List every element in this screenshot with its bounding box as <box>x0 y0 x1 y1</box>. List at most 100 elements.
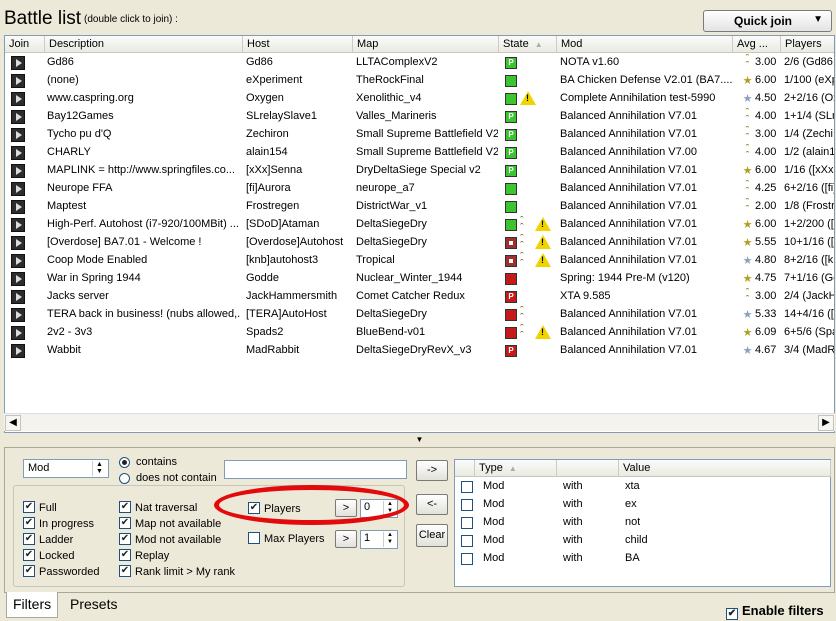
filter-checkbox[interactable] <box>119 533 131 545</box>
filter-rules-table[interactable]: Type ▲ Value Mod with xta Mod with ex Mod… <box>454 459 831 587</box>
col-players[interactable]: Players <box>781 36 834 53</box>
col-value[interactable]: Value <box>619 460 831 477</box>
not-contains-radio[interactable] <box>119 473 130 484</box>
scroll-left-button[interactable]: ◀ <box>5 415 21 431</box>
filter-text-input[interactable] <box>224 460 407 479</box>
col-host[interactable]: Host <box>243 36 353 53</box>
join-button[interactable] <box>11 344 25 358</box>
quick-join-button[interactable]: Quick join ▼ <box>703 10 832 32</box>
filter-checkbox[interactable] <box>23 565 35 577</box>
table-row[interactable]: [Overdose] BA7.01 - Welcome ! [Overdose]… <box>5 234 834 252</box>
table-row[interactable]: 2v2 - 3v3 Spads2 BlueBend-v01 ˆˆ Balance… <box>5 324 834 342</box>
table-row[interactable]: War in Spring 1944 Godde Nuclear_Winter_… <box>5 270 834 288</box>
table-row[interactable]: Coop Mode Enabled [knb]autohost3 Tropica… <box>5 252 834 270</box>
join-button[interactable] <box>11 74 25 88</box>
filter-checkbox[interactable] <box>119 549 131 561</box>
rank-chevron-icon: ˆˆ <box>520 215 524 234</box>
spin-arrows-icon[interactable]: ▲ ▼ <box>383 532 396 547</box>
col-op[interactable] <box>557 460 619 477</box>
join-button[interactable] <box>11 56 25 70</box>
join-button[interactable] <box>11 326 25 340</box>
join-button[interactable] <box>11 146 25 160</box>
col-description[interactable]: Description <box>45 36 243 53</box>
max-players-checkbox[interactable] <box>248 532 260 544</box>
rule-row[interactable]: Mod with xta <box>455 478 830 496</box>
table-row[interactable]: CHARLY alain154 Small Supreme Battlefiel… <box>5 144 834 162</box>
enable-filters-checkbox[interactable] <box>726 608 738 620</box>
table-row[interactable]: Gd86 Gd86 LLTAComplexV2 P NOTA v1.60 ˆˆ … <box>5 54 834 72</box>
warning-icon <box>535 217 551 231</box>
table-row[interactable]: MAPLINK = http://www.springfiles.co... [… <box>5 162 834 180</box>
table-row[interactable]: (none) eXperiment TheRockFinal BA Chicke… <box>5 72 834 90</box>
col-map[interactable]: Map <box>353 36 499 53</box>
rule-checkbox[interactable] <box>461 535 473 547</box>
tab-filters[interactable]: Filters <box>6 592 59 618</box>
join-button[interactable] <box>11 164 25 178</box>
players-op-button[interactable]: > <box>335 499 357 517</box>
col-mod[interactable]: Mod <box>557 36 733 53</box>
table-row[interactable]: Tycho pu d'Q Zechiron Small Supreme Batt… <box>5 126 834 144</box>
players-checkbox[interactable] <box>248 502 260 514</box>
contains-label: contains <box>136 456 177 468</box>
table-row[interactable]: www.caspring.org Oxygen Xenolithic_v4 Co… <box>5 90 834 108</box>
rule-op: with <box>563 480 583 492</box>
join-button[interactable] <box>11 128 25 142</box>
join-button[interactable] <box>11 236 25 250</box>
table-row[interactable]: Wabbit MadRabbit DeltaSiegeDryRevX_v3 P … <box>5 342 834 360</box>
tab-presets[interactable]: Presets <box>64 592 123 618</box>
players-spin[interactable]: 0 ▲ ▼ <box>360 499 398 518</box>
filter-checkbox[interactable] <box>23 533 35 545</box>
col-type[interactable]: Type ▲ <box>475 460 557 477</box>
rule-row[interactable]: Mod with ex <box>455 496 830 514</box>
table-row[interactable]: TERA back in business! (nubs allowed,...… <box>5 306 834 324</box>
rule-row[interactable]: Mod with not <box>455 514 830 532</box>
panel-splitter[interactable]: ▼ <box>4 434 835 446</box>
rule-row[interactable]: Mod with child <box>455 532 830 550</box>
filter-field-select[interactable]: Mod ▲ ▼ <box>23 459 109 478</box>
max-players-op-button[interactable]: > <box>335 530 357 548</box>
join-button[interactable] <box>11 200 25 214</box>
add-filter-button[interactable]: -> <box>416 460 448 481</box>
spin-arrows-icon[interactable]: ▲ ▼ <box>92 461 106 476</box>
filter-checkbox[interactable] <box>23 501 35 513</box>
max-players-label: Max Players <box>264 533 325 545</box>
contains-radio[interactable] <box>119 457 130 468</box>
join-button[interactable] <box>11 92 25 106</box>
join-button[interactable] <box>11 110 25 124</box>
filter-checkbox-label: Replay <box>135 550 170 562</box>
rule-checkbox[interactable] <box>461 499 473 511</box>
spin-arrows-icon[interactable]: ▲ ▼ <box>383 501 396 516</box>
join-button[interactable] <box>11 182 25 196</box>
table-row[interactable]: Neurope FFA [fi]Aurora neurope_a7 Balanc… <box>5 180 834 198</box>
rule-checkbox[interactable] <box>461 481 473 493</box>
max-players-spin[interactable]: 1 ▲ ▼ <box>360 530 398 549</box>
table-row[interactable]: Maptest Frostregen DistrictWar_v1 Balanc… <box>5 198 834 216</box>
col-join[interactable]: Join <box>5 36 45 53</box>
filter-checkbox[interactable] <box>119 501 131 513</box>
filter-checkbox[interactable] <box>23 549 35 561</box>
col-check <box>455 460 475 477</box>
clear-filters-button[interactable]: Clear <box>416 524 448 547</box>
horizontal-scrollbar[interactable]: ◀ ▶ <box>4 413 835 431</box>
collapse-arrow-icon[interactable]: ▼ <box>416 435 424 444</box>
remove-filter-button[interactable]: <- <box>416 494 448 515</box>
join-button[interactable] <box>11 308 25 322</box>
join-button[interactable] <box>11 218 25 232</box>
rule-checkbox[interactable] <box>461 553 473 565</box>
filter-checkbox[interactable] <box>119 565 131 577</box>
join-button[interactable] <box>11 272 25 286</box>
filter-checkbox[interactable] <box>23 517 35 529</box>
col-state[interactable]: State ▲ <box>499 36 557 53</box>
join-button[interactable] <box>11 254 25 268</box>
col-avg[interactable]: Avg ... <box>733 36 781 53</box>
table-row[interactable]: Bay12Games SLrelaySlave1 Valles_Marineri… <box>5 108 834 126</box>
rule-row[interactable]: Mod with BA <box>455 550 830 568</box>
table-row[interactable]: Jacks server JackHammersmith Comet Catch… <box>5 288 834 306</box>
rule-checkbox[interactable] <box>461 517 473 529</box>
table-row[interactable]: High-Perf. Autohost (i7-920/100MBit) ...… <box>5 216 834 234</box>
filter-checkbox[interactable] <box>119 517 131 529</box>
battle-list[interactable]: Join Description Host Map State ▲ Mod Avg… <box>4 35 835 433</box>
enable-filters-toggle[interactable]: Enable filters <box>726 603 824 620</box>
join-button[interactable] <box>11 290 25 304</box>
scroll-right-button[interactable]: ▶ <box>818 415 834 431</box>
